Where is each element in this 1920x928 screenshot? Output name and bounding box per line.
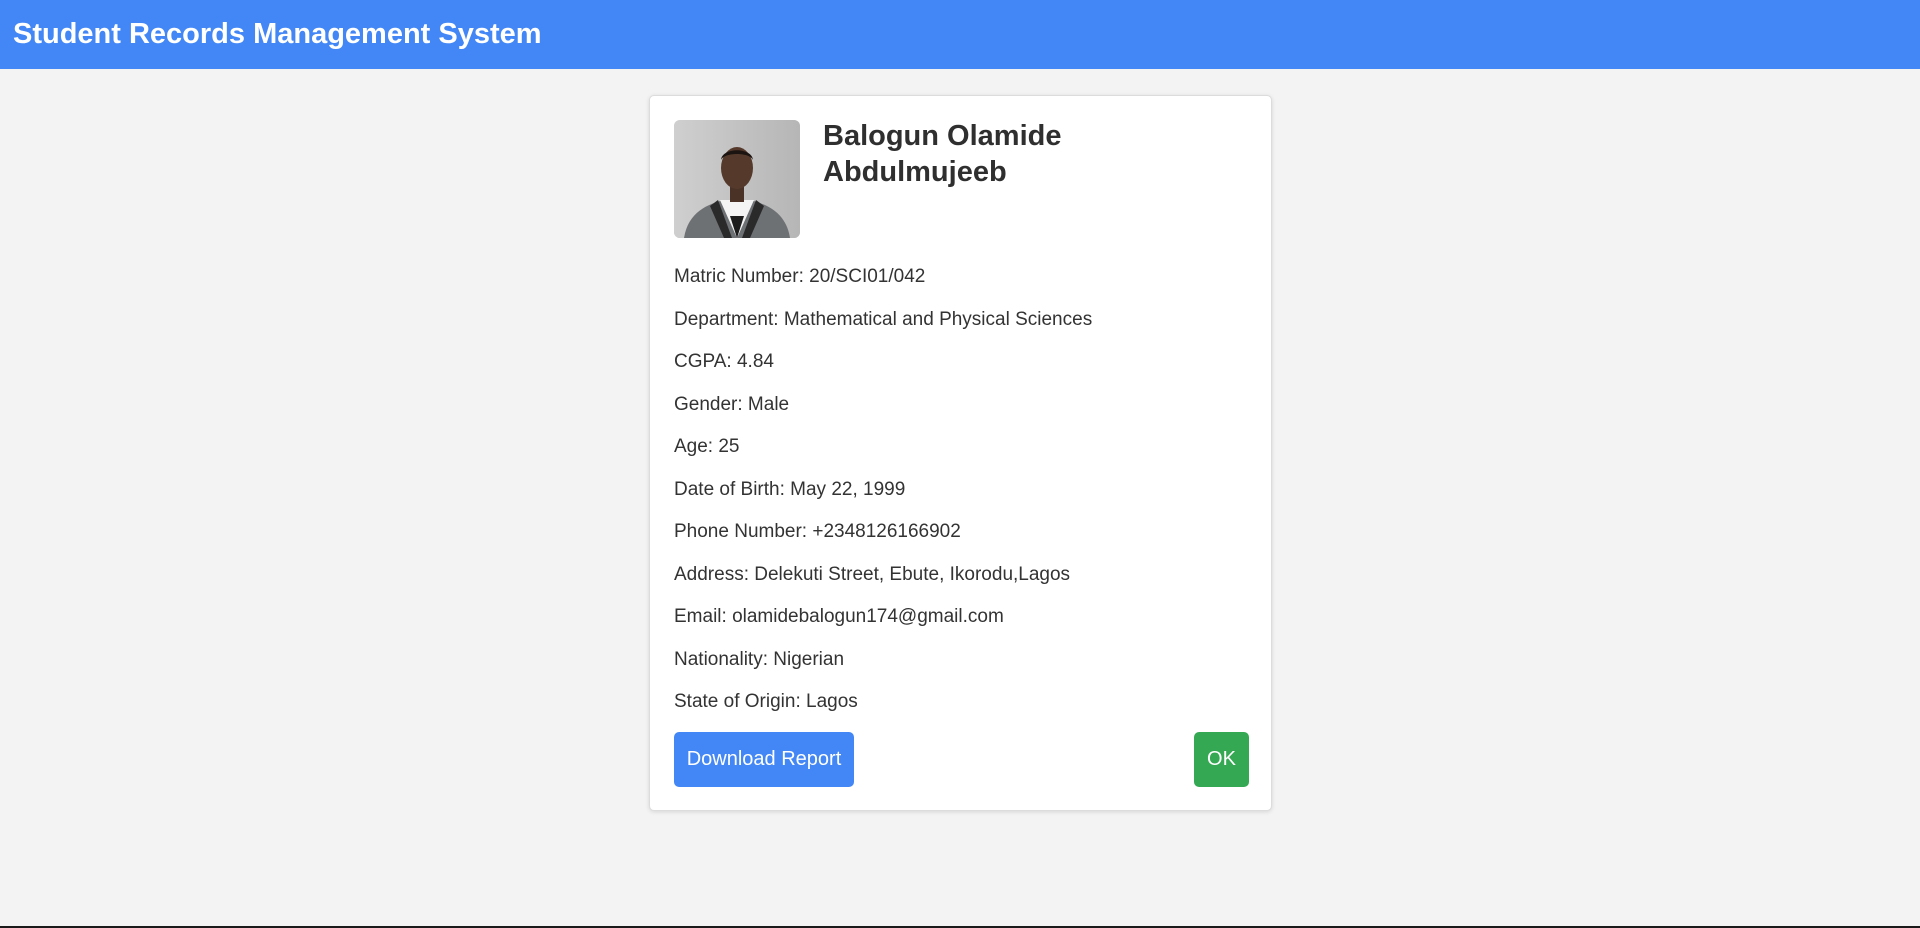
- student-photo: [674, 120, 800, 238]
- student-name: Balogun Olamide Abdulmujeeb: [823, 120, 1062, 188]
- email: Email: olamidebalogun174@gmail.com: [674, 606, 1004, 627]
- ok-button[interactable]: OK: [1194, 732, 1249, 787]
- app-title: Student Records Management System: [13, 18, 542, 50]
- gender: Gender: Male: [674, 393, 790, 415]
- nationality: Nationality: Nigerian: [674, 648, 845, 670]
- state-of-origin: State of Origin: Lagos: [674, 691, 858, 712]
- date-of-birth: Date of Birth: May 22, 1999: [674, 478, 906, 500]
- cgpa: CGPA: 4.84: [674, 351, 774, 372]
- age: Age: 25: [674, 436, 740, 457]
- app-header: Student Records Management System: [0, 0, 1920, 69]
- student-details-list: Matric Number: 20/SCI01/042 Department: …: [674, 256, 1092, 724]
- student-profile-card: Balogun Olamide Abdulmujeeb Matric Numbe…: [649, 95, 1272, 811]
- phone-number: Phone Number: +2348126166902: [674, 521, 961, 542]
- address: Address: Delekuti Street, Ebute, Ikorodu…: [674, 563, 1071, 585]
- matric-number: Matric Number: 20/SCI01/042: [674, 266, 926, 287]
- department: Department: Mathematical and Physical Sc…: [674, 308, 1093, 330]
- download-report-button[interactable]: Download Report: [674, 732, 854, 787]
